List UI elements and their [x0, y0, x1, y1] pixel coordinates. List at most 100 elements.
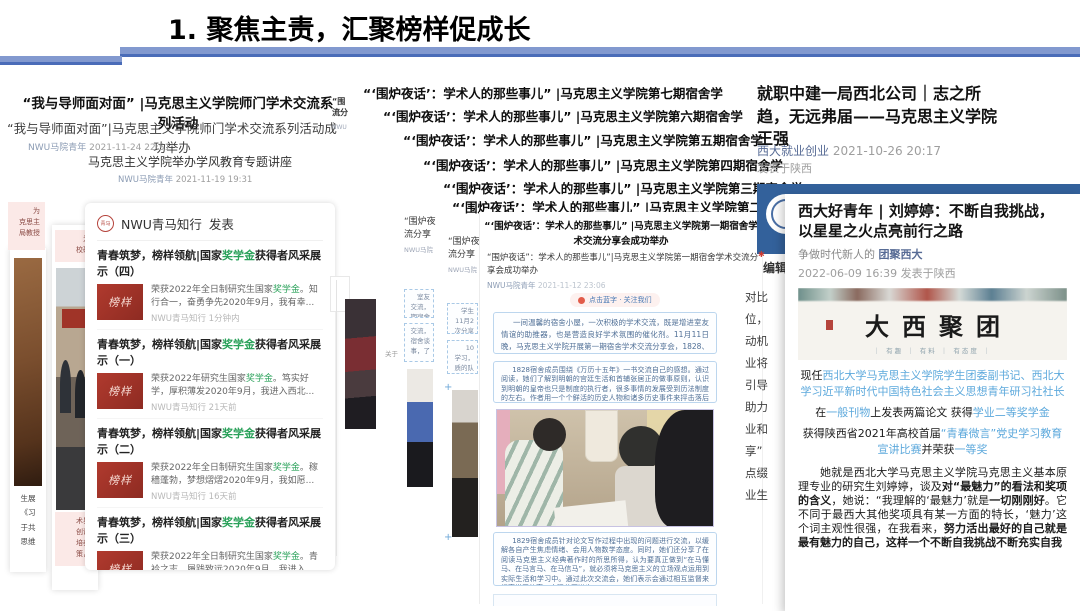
publish-location: 发表于陕西 — [757, 160, 812, 176]
dorm-photo-strip — [407, 369, 433, 487]
feed-source-name[interactable]: NWU青马知行 — [121, 214, 202, 233]
feed-item[interactable]: 青春筑梦，榜样领航|国家奖学金获得者风采展示（三） 榜样 荣获2022年全日制研… — [97, 508, 323, 570]
feed-item-title[interactable]: 青春筑梦，榜样领航|国家奖学金获得者风采展示（四） — [97, 248, 323, 280]
feed-item-meta: NWU青马知行 21天前 — [151, 401, 323, 413]
feed-item-title[interactable]: 青春筑梦，榜样领航|国家奖学金获得者风采展示（三） — [97, 515, 323, 547]
banner-calligraphy-title: 大西聚团 — [798, 307, 1067, 342]
dorm-photo-strip — [452, 390, 478, 537]
wang-article-title[interactable]: 就职中建一局西北公司｜志之所趋，无远弗届——马克思主义学院王强 — [757, 83, 997, 151]
window-title-issue7[interactable]: “‘围炉夜话’：学术人的那些事儿” |马克思主义学院第七期宿舍学 — [363, 83, 723, 102]
liu-highlight-paragraph: 在一般刊物上发表两篇论文 获得学业二等奖学金 — [798, 405, 1067, 421]
follow-us-label: 点击蓝字 · 关注我们 — [589, 295, 652, 305]
publish-time: 2021-11-24 22:51 — [89, 143, 170, 153]
front-article-title-line1[interactable]: “‘围炉夜话’：学术人的那些事儿” |马克思主义学院第一期宿舍学 — [480, 218, 762, 232]
feed-item-desc: 荣获2022年研究生国家奖学金。笃实好学，厚积薄发2020年9月，我进入西北..… — [151, 373, 323, 399]
partial-window-edge — [336, 280, 337, 556]
article-thumbnail: 榜样 — [97, 284, 143, 320]
partial-textbox: 10 学习， 质的队 — [447, 340, 478, 374]
account-name[interactable]: NWU马院青年 — [487, 281, 536, 290]
partial-text-fragment: “围 流分 — [332, 96, 348, 118]
dark-photo-strip — [345, 299, 376, 429]
partial-text-fragment: 生展 《习 于共 思维 — [13, 492, 43, 549]
partial-textbox: 交流， 宿舍谈 事，了 — [404, 323, 434, 362]
partial-text-column: 对比 位， 动机 业将 引导 助力 业和 享” 点缀 业生 — [745, 286, 768, 506]
partial-pink-box: 为 克思主 局教授 — [8, 202, 45, 250]
window-title-issue6[interactable]: “‘围炉夜话’：学术人的那些事儿” |马克思主义学院第六期宿舍学 — [383, 106, 743, 125]
wang-article-meta: 西大就业创业 2021-10-26 20:17 — [757, 142, 941, 159]
slide-title: 1. 聚焦主责，汇聚榜样促成长 — [168, 8, 530, 47]
dorm-group-photo — [496, 409, 714, 527]
nwu-qingma-logo-icon: 青马 — [97, 215, 114, 232]
partial-textbox: 学生 11月2 次分享 — [447, 303, 478, 334]
door-photo — [14, 258, 42, 486]
person-silhouette — [60, 360, 71, 413]
liu-tagline: 争做时代新人的 团聚西大 — [798, 246, 1067, 262]
liu-body-paragraph: 她就是西北大学马克思主义学院马克思主义基本原理专业的研究生刘婷婷，谈及对“最魅力… — [798, 466, 1067, 550]
selection-handle-icon[interactable]: + — [444, 532, 452, 543]
account-link[interactable]: 团聚西大 — [879, 248, 923, 261]
photo-shape — [655, 410, 714, 527]
partial-text-fragment: “围炉夜 流分享 — [448, 234, 480, 260]
feed-publish-label: 发表 — [209, 214, 234, 233]
left-article2-meta: NWU马院青年 2021-11-19 19:31 — [118, 173, 252, 185]
liu-highlight-paragraph: 获得陕西省2021年高校首届“青春微言”党史学习教育宣讲比赛并荣获一等奖 — [798, 426, 1067, 458]
liu-article-card: 西大好青年 | 刘婷婷：不断自我挑战，以星星之火点亮前行之路 争做时代新人的 团… — [785, 194, 1080, 611]
article-paragraph-box: 1829宿舍成员针对论文写作过程中出现的问题进行交流，以缓解各自产生焦虑情绪、会… — [493, 532, 717, 586]
partial-text-fragment: 编辑 — [763, 259, 787, 276]
account-name[interactable]: NWU马院青年 — [118, 175, 173, 185]
feed-item[interactable]: 青春筑梦，榜样领航|国家奖学金获得者风采展示（四） 榜样 荣获2022年全日制研… — [97, 241, 323, 330]
publish-time: 2021-11-19 19:31 — [176, 175, 253, 185]
selection-handle-icon[interactable]: + — [444, 382, 452, 393]
photo-shape — [585, 410, 618, 462]
article-paragraph-box: 一间温馨的宿舍小屋，一次积极的学术交流，既是增进室友情谊的助推器，也是营造良好学… — [493, 312, 717, 354]
magnifier-icon — [578, 297, 585, 304]
feed-item-title[interactable]: 青春筑梦，榜样领航|国家奖学金获得者风采展示（二） — [97, 426, 323, 458]
wechat-feed-card: 青马 NWU青马知行 发表 青春筑梦，榜样领航|国家奖学金获得者风采展示（四） … — [85, 203, 335, 570]
account-name[interactable]: 西大就业创业 — [757, 144, 829, 158]
account-name[interactable]: NWU马院青年 — [28, 143, 86, 153]
window-title-issue3[interactable]: “‘围炉夜话’：学术人的那些事儿” |马克思主义学院第三期宿舍学 — [443, 178, 803, 197]
article-thumbnail: 榜样 — [97, 551, 143, 570]
left-article-meta: NWU马院青年 2021-11-24 22:51 — [28, 140, 170, 153]
partial-text-fragment: NWU马院 — [404, 244, 433, 254]
left-article2-title[interactable]: 马克思主义学院举办学风教育专题讲座 — [70, 153, 310, 170]
publish-time: 2021-11-12 23:06 — [538, 281, 606, 290]
window-title-issue5[interactable]: “‘围炉夜话’：学术人的那些事儿” |马克思主义学院第五期宿舍学 — [403, 130, 763, 149]
feed-item-desc: 荣获2022年全日制研究生国家奖学金。青衿之志，履践致远2020年9月，我进入.… — [151, 551, 323, 570]
feed-item-title[interactable]: 青春筑梦，榜样领航|国家奖学金获得者风采展示（一） — [97, 337, 323, 369]
feed-header: 青马 NWU青马知行 发表 — [97, 212, 323, 241]
article-paragraph-box: 1828宿舍成员围绕《万历十五年》一书交流自己的感想。通过阅读，她们了解到明朝的… — [493, 361, 717, 403]
partial-text-fragment: NWU — [332, 124, 347, 131]
banner-subtitle: ｜ 有趣 ｜ 有料 ｜ 有态度 ｜ — [798, 345, 1067, 355]
article-thumbnail: 榜样 — [97, 462, 143, 498]
partial-text-fragment: 关于 — [385, 348, 398, 358]
eaves-decoration — [798, 288, 1067, 301]
front-article-title-line2[interactable]: 术交流分享会成功举办 — [480, 233, 762, 247]
publish-time: 2021-10-26 20:17 — [833, 144, 941, 158]
header-ribbon-bar-left — [0, 56, 122, 65]
liu-article-title[interactable]: 西大好青年 | 刘婷婷：不断自我挑战，以星星之火点亮前行之路 — [798, 202, 1067, 241]
photo-shape — [533, 418, 566, 451]
red-seal-icon — [826, 320, 833, 330]
partial-text-fragment: “围炉夜 流分享 — [404, 214, 436, 240]
follow-us-badge[interactable]: 点击蓝字 · 关注我们 — [570, 293, 660, 307]
feed-item-meta: NWU青马知行 16天前 — [151, 490, 323, 502]
liu-highlight-paragraph: 现任西北大学马克思主义学院学生团委副书记、西北大学习近平新时代中国特色社会主义思… — [798, 368, 1067, 400]
feed-item[interactable]: 青春筑梦，榜样领航|国家奖学金获得者风采展示（一） 榜样 荣获2022年研究生国… — [97, 330, 323, 419]
article-thumbnail: 榜样 — [97, 373, 143, 409]
red-star-icon: ✱ — [758, 250, 765, 259]
front-article-meta: NWU马院青年 2021-11-12 23:06 — [487, 280, 606, 291]
feed-item-desc: 荣获2022年全日制研究生国家奖学金。稼穑蓬勃，梦想熠熠2020年9月，我如愿.… — [151, 462, 323, 488]
front-article-subtitle[interactable]: “围炉夜话”：学术人的那些事儿”|马克思主义学院第一期宿舍学术交流分享会成功举办 — [487, 252, 759, 278]
partial-text-fragment: NWU马院 — [448, 264, 477, 274]
liu-publish-time: 2022-06-09 16:39 发表于陕西 — [798, 265, 1067, 281]
header-ribbon-bar — [120, 47, 1080, 57]
partial-next-box — [493, 594, 717, 606]
photo-shape — [554, 500, 628, 527]
window-title-issue4[interactable]: “‘围炉夜话’：学术人的那些事儿” |马克思主义学院第四期宿舍学 — [423, 155, 783, 174]
feed-item-meta: NWU青马知行 1分钟内 — [151, 312, 323, 324]
partial-textbox: 室友 交流， 期宿舍 — [404, 289, 434, 318]
feed-item-desc: 荣获2022年全日制研究生国家奖学金。知行合一，奋勇争先2020年9月，我有幸.… — [151, 284, 323, 310]
feed-item[interactable]: 青春筑梦，榜样领航|国家奖学金获得者风采展示（二） 榜样 荣获2022年全日制研… — [97, 419, 323, 508]
daxi-jutuan-banner-image: 大西聚团 ｜ 有趣 ｜ 有料 ｜ 有态度 ｜ — [798, 288, 1067, 360]
